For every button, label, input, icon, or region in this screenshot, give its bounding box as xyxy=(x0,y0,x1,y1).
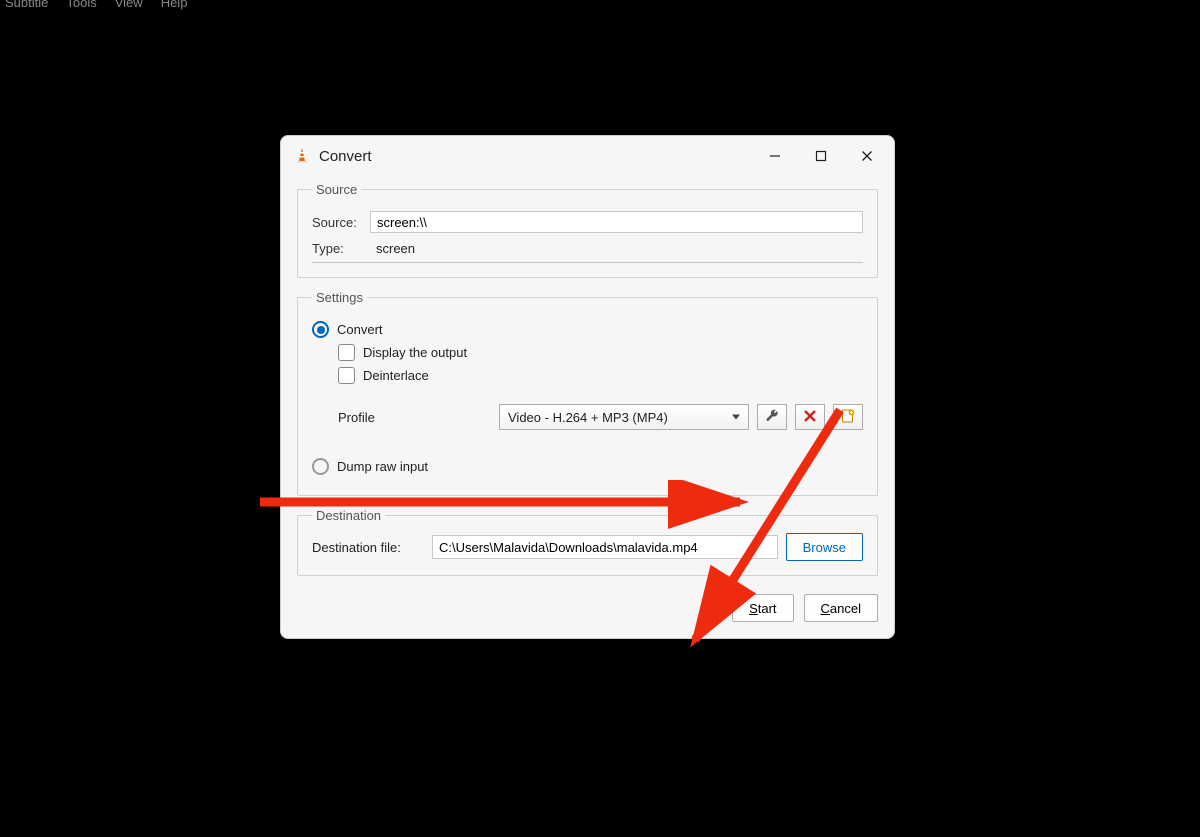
browse-button[interactable]: Browse xyxy=(786,533,863,561)
vlc-cone-icon xyxy=(293,147,311,165)
edit-profile-button[interactable] xyxy=(757,404,787,430)
maximize-button[interactable] xyxy=(798,140,844,172)
menu-help[interactable]: Help xyxy=(161,0,188,10)
dialog-title: Convert xyxy=(319,148,752,165)
profile-select[interactable]: Video - H.264 + MP3 (MP4) xyxy=(499,404,749,430)
new-profile-button[interactable] xyxy=(833,404,863,430)
source-input[interactable] xyxy=(370,211,863,233)
wrench-icon xyxy=(764,408,780,427)
delete-profile-button[interactable] xyxy=(795,404,825,430)
menu-view[interactable]: View xyxy=(115,0,143,10)
menu-subtitle[interactable]: Subtitle xyxy=(5,0,48,10)
deinterlace-checkbox[interactable]: Deinterlace xyxy=(338,367,863,384)
convert-radio-label: Convert xyxy=(337,322,383,337)
type-label: Type: xyxy=(312,241,370,256)
type-value: screen xyxy=(370,241,415,256)
dump-radio[interactable]: Dump raw input xyxy=(312,458,863,475)
titlebar: Convert xyxy=(281,136,894,176)
settings-group: Settings Convert Display the output Dein… xyxy=(297,290,878,496)
close-button[interactable] xyxy=(844,140,890,172)
menu-tools[interactable]: Tools xyxy=(66,0,96,10)
menubar: Subtitle Tools View Help xyxy=(5,0,187,10)
profile-value: Video - H.264 + MP3 (MP4) xyxy=(508,410,668,425)
minimize-button[interactable] xyxy=(752,140,798,172)
settings-legend: Settings xyxy=(312,290,367,305)
display-output-label: Display the output xyxy=(363,345,467,360)
convert-radio-input[interactable] xyxy=(312,321,329,338)
destination-group: Destination Destination file: Browse xyxy=(297,508,878,576)
destination-file-input[interactable] xyxy=(432,535,778,559)
start-button[interactable]: Start xyxy=(732,594,793,622)
destination-file-label: Destination file: xyxy=(312,540,424,555)
convert-radio[interactable]: Convert xyxy=(312,321,863,338)
x-icon xyxy=(802,408,818,427)
dump-radio-input[interactable] xyxy=(312,458,329,475)
deinterlace-label: Deinterlace xyxy=(363,368,429,383)
destination-legend: Destination xyxy=(312,508,385,523)
dialog-footer: Start Cancel xyxy=(297,588,878,624)
deinterlace-checkbox-input[interactable] xyxy=(338,367,355,384)
display-output-checkbox[interactable]: Display the output xyxy=(338,344,863,361)
profile-label: Profile xyxy=(338,410,438,425)
source-legend: Source xyxy=(312,182,361,197)
source-label: Source: xyxy=(312,215,370,230)
display-output-checkbox-input[interactable] xyxy=(338,344,355,361)
cancel-button[interactable]: Cancel xyxy=(804,594,878,622)
source-group: Source Source: Type: screen xyxy=(297,182,878,278)
new-profile-icon xyxy=(840,408,856,427)
convert-dialog: Convert Source Source: Type: screen Sett… xyxy=(280,135,895,639)
dump-radio-label: Dump raw input xyxy=(337,459,428,474)
